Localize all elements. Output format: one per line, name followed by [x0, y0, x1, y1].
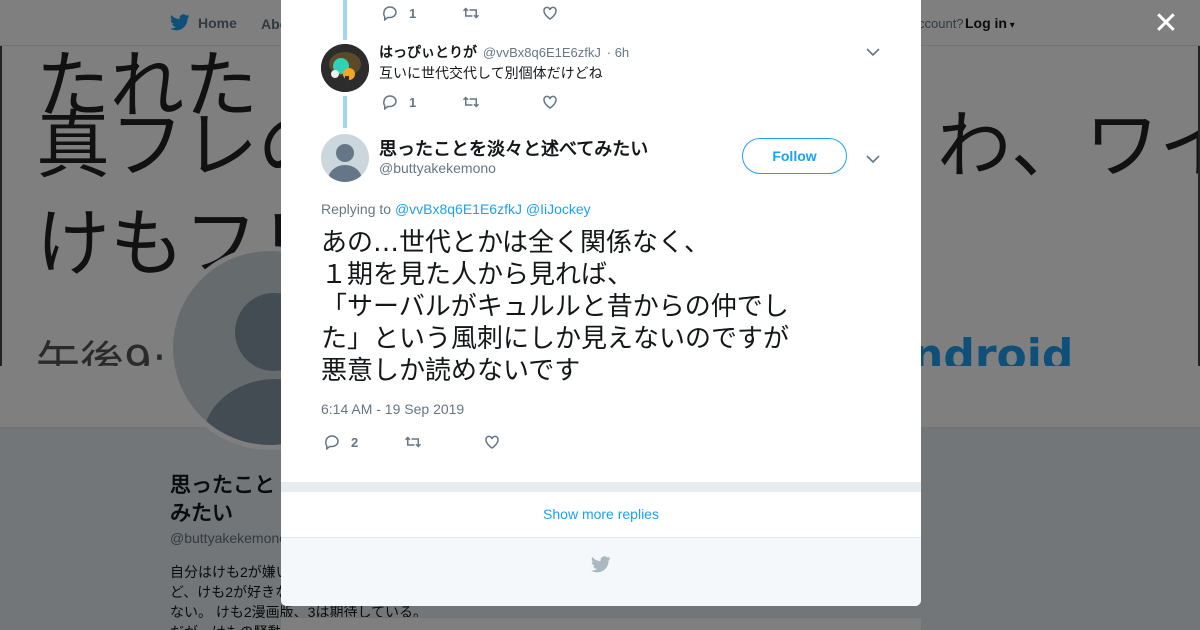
chevron-down-icon[interactable]: [866, 44, 880, 60]
replying-to-link[interactable]: @vvBx8q6E1E6zfkJ: [395, 201, 522, 217]
reply-text: 互いに世代交代して別個体だけどね: [379, 66, 603, 82]
close-icon[interactable]: ✕: [1150, 8, 1182, 40]
main-author-handle[interactable]: @buttyakekemono: [379, 160, 496, 176]
tweet-text-line: １期を見た人から見れば、: [321, 260, 634, 290]
like-button[interactable]: [541, 4, 559, 22]
thread-line: [343, 96, 347, 128]
tweet-text-line: た」という風刺にしか見えないのですが: [321, 324, 790, 354]
tweet-modal: 1 はっぴぃとりが @vvBx8q6E1E6zfkJ · 6h 互いに世代交代し…: [281, 0, 921, 606]
like-icon: [543, 6, 557, 20]
reply-tweet-actions: 1: [381, 93, 559, 111]
reply-icon: [383, 95, 397, 111]
retweet-button[interactable]: [461, 93, 541, 111]
tweet-text-line: 悪意しか読めないです: [321, 356, 581, 386]
retweet-icon: [462, 96, 480, 108]
reply-icon: [383, 6, 397, 22]
replying-prefix: Replying to: [321, 201, 392, 217]
tweet-timestamp[interactable]: 6:14 AM - 19 Sep 2019: [321, 401, 464, 417]
like-icon: [543, 95, 557, 109]
chevron-down-icon[interactable]: [866, 151, 880, 167]
retweet-icon: [462, 7, 480, 19]
reply-author-handle[interactable]: @vvBx8q6E1E6zfkJ: [483, 45, 601, 60]
follow-button[interactable]: Follow: [742, 138, 847, 174]
reply-count: 2: [351, 434, 359, 450]
reply-count: 1: [409, 94, 417, 110]
divider: [281, 482, 921, 492]
reply-button[interactable]: 1: [381, 4, 461, 22]
like-icon: [485, 435, 499, 449]
like-button[interactable]: [541, 93, 559, 111]
tweet-text-line: 「サーバルがキュルルと昔からの仲でし: [321, 292, 789, 322]
replying-to: Replying to @vvBx8q6E1E6zfkJ @IiJockey: [321, 201, 591, 217]
retweet-icon: [404, 436, 422, 448]
reply-time[interactable]: · 6h: [607, 45, 629, 60]
reply-count: 1: [409, 5, 417, 21]
tweet-text: あの…世代とかは全く関係なく、 １期を見た人から見れば、 「サーバルがキュルルと…: [321, 227, 861, 387]
replying-to-link[interactable]: @IiJockey: [526, 201, 591, 217]
reply-icon: [325, 435, 339, 451]
retweet-button[interactable]: [403, 433, 483, 451]
thread-line: [343, 0, 347, 40]
avatar[interactable]: [321, 44, 369, 92]
reply-button[interactable]: 1: [381, 93, 461, 111]
tweet-text-line: あの…世代とかは全く関係なく、: [321, 228, 710, 258]
avatar[interactable]: [321, 134, 369, 182]
main-tweet-actions: 2: [323, 433, 501, 451]
retweet-button[interactable]: [461, 4, 541, 22]
like-button[interactable]: [483, 433, 501, 451]
reply-author: はっぴぃとりが @vvBx8q6E1E6zfkJ · 6h: [379, 42, 629, 62]
prev-tweet-actions: 1: [381, 4, 559, 22]
twitter-bird-icon: [591, 556, 611, 573]
reply-author-name[interactable]: はっぴぃとりが: [379, 45, 477, 61]
reply-button[interactable]: 2: [323, 433, 403, 451]
main-author-name[interactable]: 思ったことを淡々と述べてみたい: [379, 135, 648, 161]
show-more-replies-button[interactable]: Show more replies: [281, 492, 921, 538]
modal-footer: [281, 538, 921, 606]
